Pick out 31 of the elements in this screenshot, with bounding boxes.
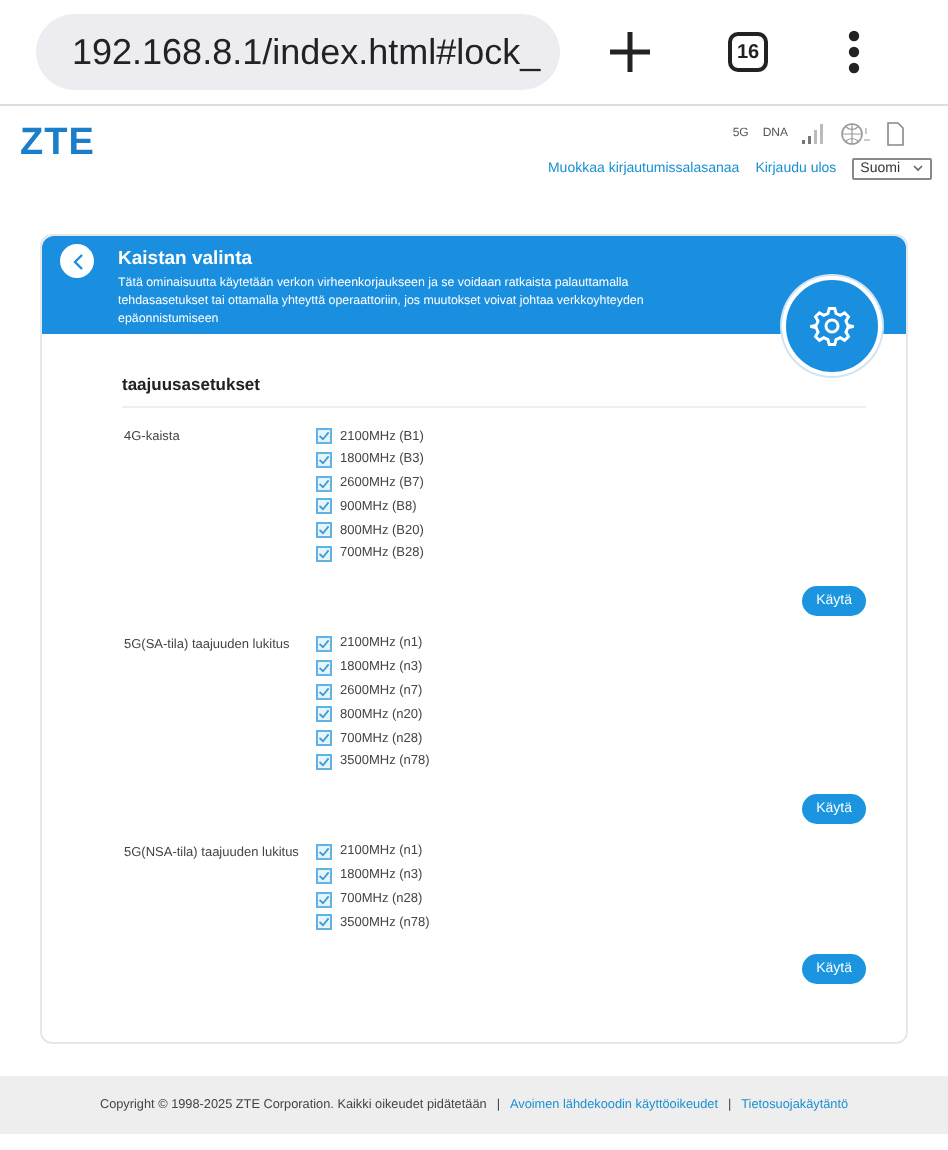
url-text: 192.168.8.1/index.html#lock_	[72, 31, 541, 73]
chevron-left-icon	[71, 253, 83, 269]
settings-icon	[810, 304, 854, 348]
signal-icon	[802, 124, 826, 144]
new-tab-icon[interactable]	[608, 30, 652, 74]
section-title: taajuusasetukset	[122, 374, 866, 408]
band-checkbox[interactable]	[316, 451, 332, 468]
band-checkbox[interactable]	[316, 522, 332, 539]
band-checkbox[interactable]	[316, 545, 332, 562]
band-checkbox[interactable]	[316, 706, 332, 723]
band-checkbox[interactable]	[316, 428, 332, 444]
sim-icon	[886, 122, 904, 146]
band-checkbox[interactable]	[316, 891, 332, 908]
tab-count-button[interactable]: 16	[728, 32, 768, 72]
band-checkbox[interactable]	[316, 843, 332, 860]
menu-icon[interactable]	[848, 30, 860, 74]
band-checkbox[interactable]	[316, 475, 332, 492]
band-checkbox[interactable]	[316, 914, 332, 931]
back-button[interactable]	[60, 244, 94, 278]
band-checkbox[interactable]	[316, 730, 332, 747]
band-checkbox[interactable]	[316, 635, 332, 652]
band-checkbox[interactable]	[316, 498, 332, 515]
panel-title: Kaistan valinta	[118, 248, 255, 270]
address-bar[interactable]: 192.168.8.1/index.html#lock_	[36, 14, 560, 90]
band-checkbox[interactable]	[316, 683, 332, 700]
band-checkbox[interactable]	[316, 753, 332, 770]
globe-icon	[840, 122, 872, 146]
band-checkbox[interactable]	[316, 659, 332, 676]
logo: ZTE	[20, 122, 95, 168]
caret-icon	[912, 162, 924, 174]
band-checkbox[interactable]	[316, 867, 332, 884]
